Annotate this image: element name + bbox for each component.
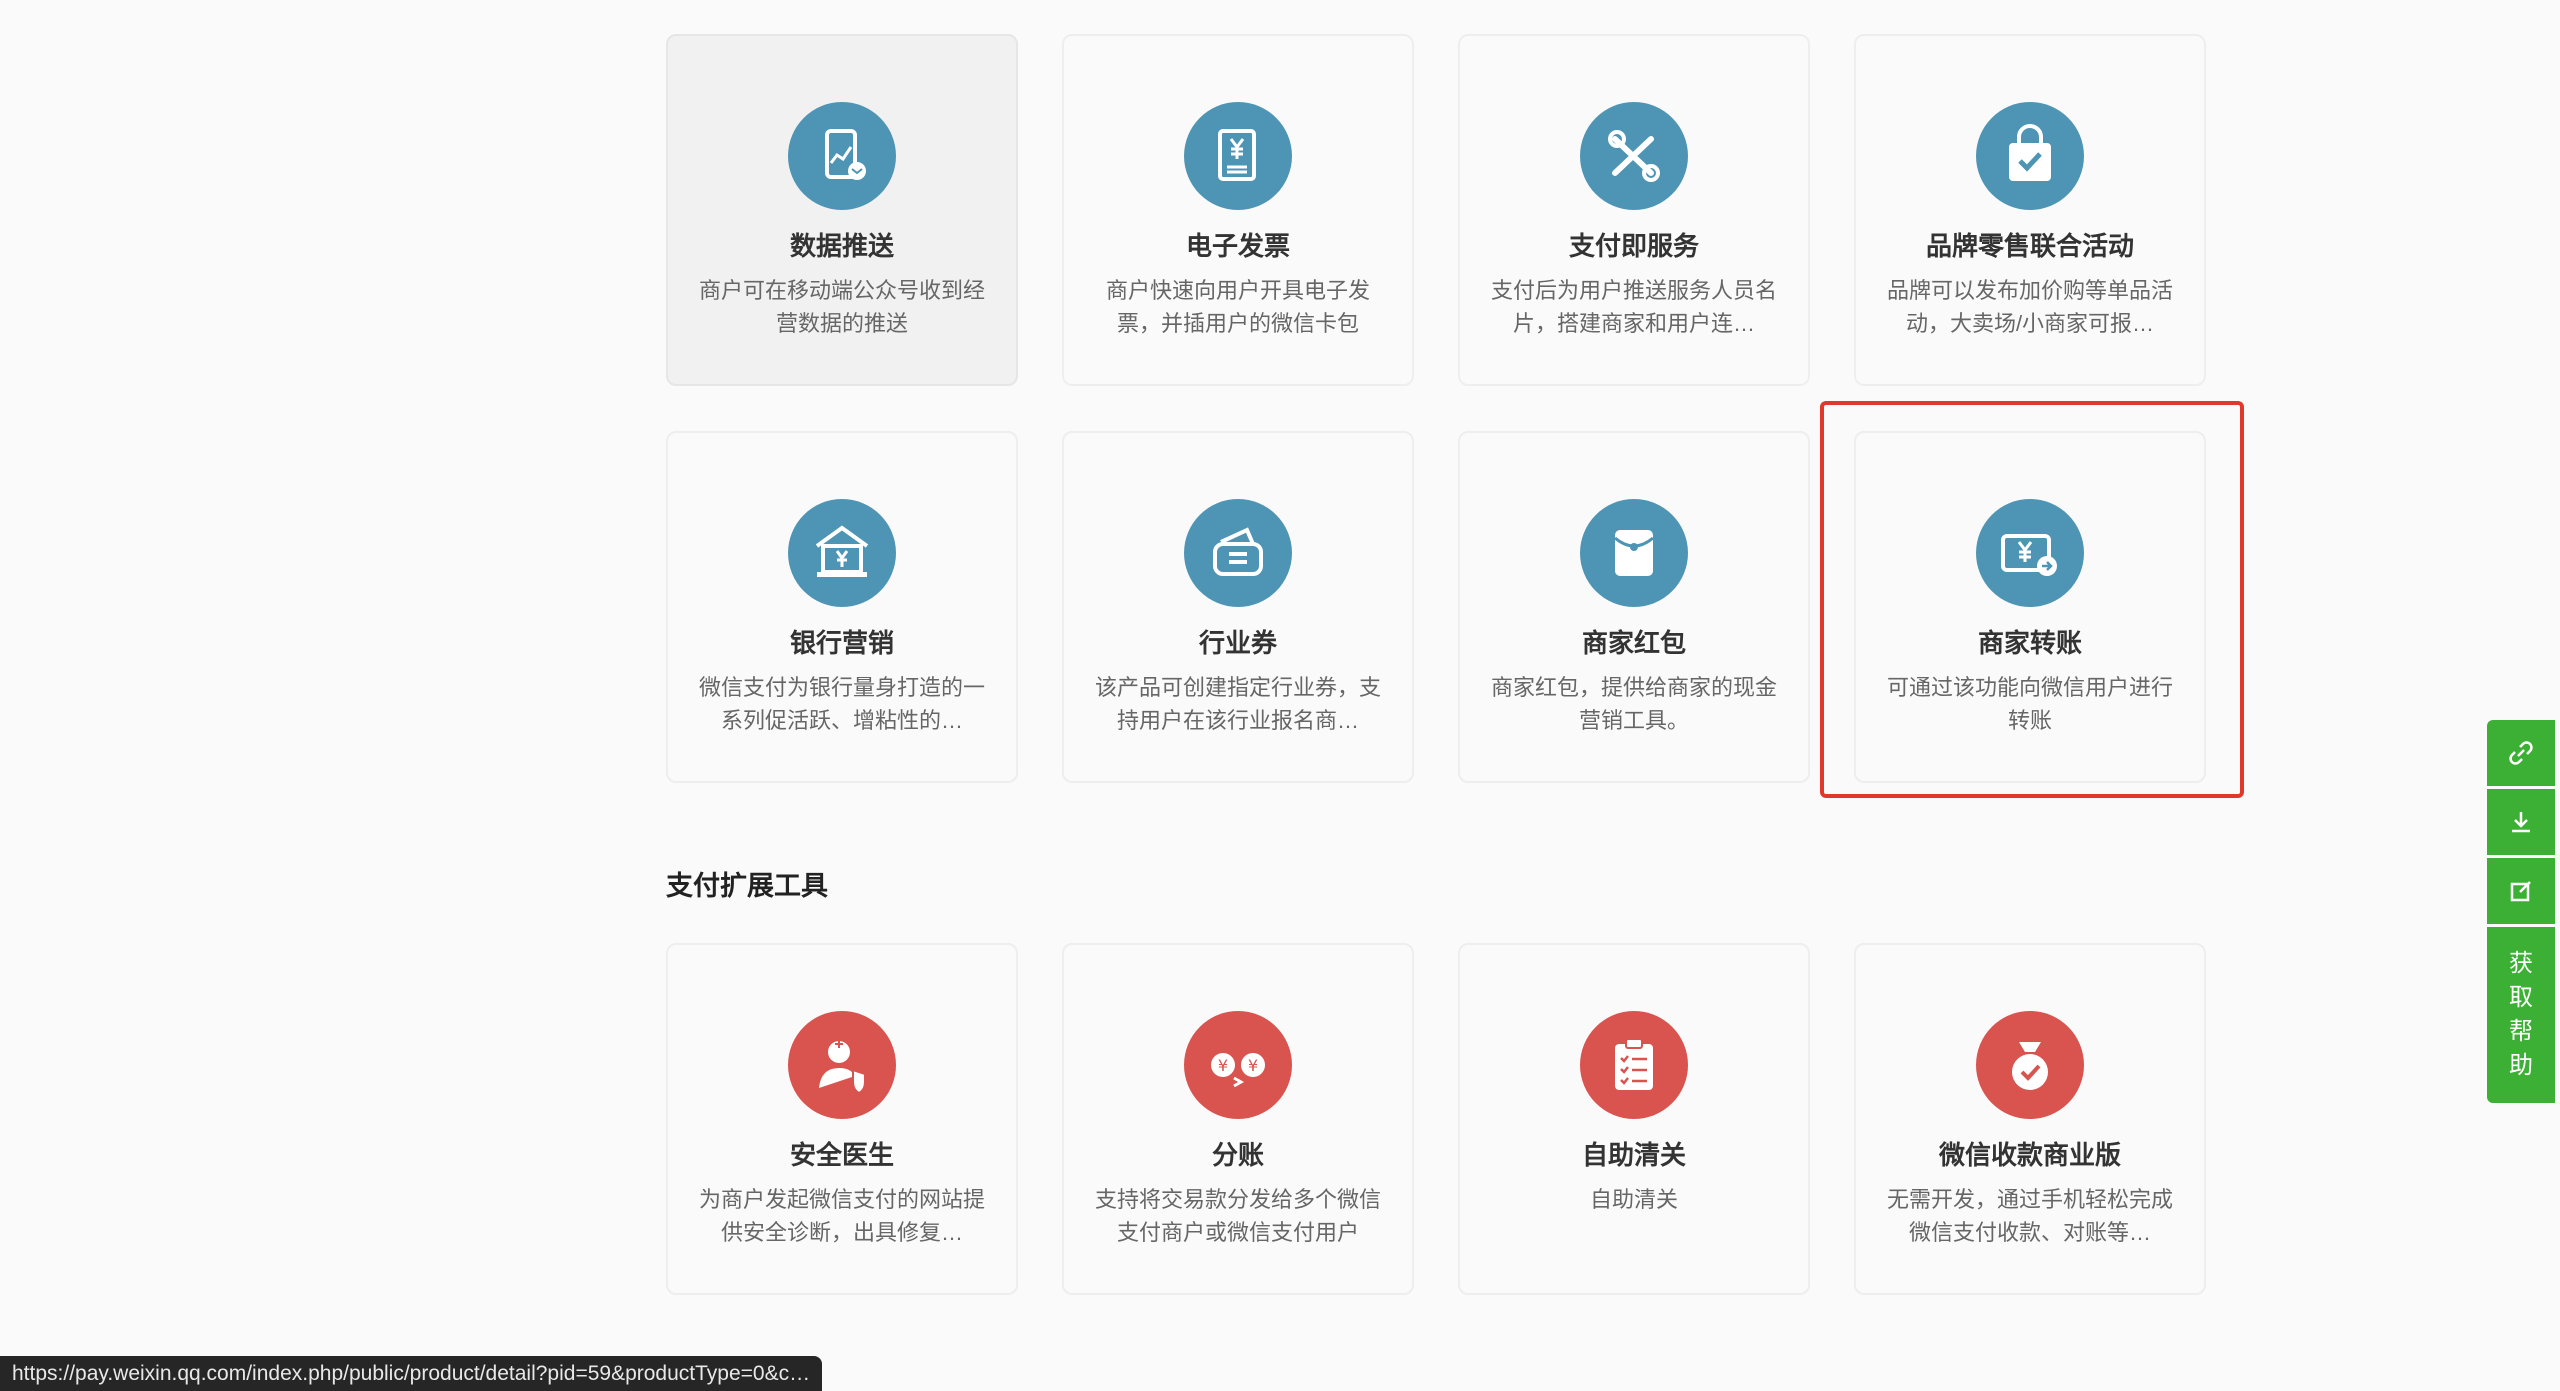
clipboard-icon (1580, 1011, 1688, 1119)
money-bag-icon (1976, 1011, 2084, 1119)
card-desc: 商家红包，提供给商家的现金营销工具。 (1490, 675, 1777, 733)
product-card-red-packet[interactable]: 商家红包 商家红包，提供给商家的现金营销工具。 (1458, 431, 1810, 783)
help-char: 取 (2509, 984, 2533, 1011)
card-title: 数据推送 (789, 231, 894, 261)
edit-button[interactable] (2487, 858, 2555, 924)
svg-text:¥: ¥ (1218, 1056, 1228, 1075)
shopping-bag-icon (1976, 102, 2084, 210)
tool-card-split-payment[interactable]: ¥ ¥ 分账 支持将交易款分发给多个微信支付商户或微信支付用户 (1062, 943, 1414, 1295)
highlight-box (1820, 401, 2244, 798)
product-card-bank-marketing[interactable]: 银行营销 微信支付为银行量身打造的一系列促活跃、增粘性的… (666, 431, 1018, 783)
wallet-icon (1184, 499, 1292, 607)
card-title: 行业券 (1198, 628, 1277, 658)
link-icon (2509, 741, 2533, 765)
card-title: 银行营销 (789, 628, 894, 658)
product-card-invoice[interactable]: 电子发票 商户快速向用户开具电子发票，并插用户的微信卡包 (1062, 34, 1414, 386)
product-card-industry-coupon[interactable]: 行业券 该产品可创建指定行业券，支持用户在该行业报名商… (1062, 431, 1414, 783)
card-desc: 支持将交易款分发给多个微信支付商户或微信支付用户 (1094, 1187, 1381, 1245)
card-desc: 无需开发，通过手机轻松完成微信支付收款、对账等… (1886, 1187, 2173, 1245)
card-desc: 商户快速向用户开具电子发票，并插用户的微信卡包 (1105, 278, 1370, 336)
red-packet-icon (1580, 499, 1688, 607)
security-doctor-icon (788, 1011, 896, 1119)
help-char: 助 (2509, 1052, 2533, 1079)
product-card-brand-retail[interactable]: 品牌零售联合活动 品牌可以发布加价购等单品活动，大卖场/小商家可报… (1854, 34, 2206, 386)
card-title: 分账 (1211, 1140, 1264, 1170)
tool-card-security-doctor[interactable]: 安全医生 为商户发起微信支付的网站提供安全诊断，出具修复… (666, 943, 1018, 1295)
section-title: 支付扩展工具 (666, 871, 828, 901)
card-title: 商家红包 (1581, 628, 1686, 658)
help-char: 帮 (2509, 1018, 2533, 1045)
download-icon (2512, 812, 2530, 833)
edit-icon (2510, 881, 2531, 902)
bank-icon (788, 499, 896, 607)
floating-sidebar: 获 取 帮 助 (2487, 720, 2555, 1103)
pay-service-icon (1580, 102, 1688, 210)
link-button[interactable] (2487, 720, 2555, 786)
product-card-data-push[interactable]: 数据推送 商户可在移动端公众号收到经营数据的推送 (666, 34, 1018, 386)
card-title: 品牌零售联合活动 (1925, 231, 2134, 261)
card-desc: 商户可在移动端公众号收到经营数据的推送 (698, 278, 985, 336)
tool-card-self-customs[interactable]: 自助清关 自助清关 (1458, 943, 1810, 1295)
card-desc: 品牌可以发布加价购等单品活动，大卖场/小商家可报… (1886, 278, 2173, 336)
svg-text:¥: ¥ (1248, 1056, 1258, 1075)
card-title: 支付即服务 (1568, 231, 1699, 261)
data-push-icon (788, 102, 896, 210)
card-title: 自助清关 (1581, 1140, 1686, 1170)
invoice-icon (1184, 102, 1292, 210)
product-card-pay-service[interactable]: 支付即服务 支付后为用户推送服务人员名片，搭建商家和用户连… (1458, 34, 1810, 386)
split-payment-icon: ¥ ¥ (1184, 1011, 1292, 1119)
card-title: 电子发票 (1185, 231, 1290, 261)
card-title: 安全医生 (789, 1140, 894, 1170)
card-desc: 为商户发起微信支付的网站提供安全诊断，出具修复… (698, 1187, 985, 1245)
get-help-button[interactable]: 获 取 帮 助 (2487, 927, 2555, 1103)
download-button[interactable] (2487, 789, 2555, 855)
tool-card-wechat-collection[interactable]: 微信收款商业版 无需开发，通过手机轻松完成微信支付收款、对账等… (1854, 943, 2206, 1295)
status-bar-url: https://pay.weixin.qq.com/index.php/publ… (0, 1356, 823, 1391)
help-char: 获 (2509, 950, 2533, 977)
card-title: 微信收款商业版 (1938, 1140, 2121, 1170)
card-desc: 微信支付为银行量身打造的一系列促活跃、增粘性的… (698, 675, 985, 733)
card-desc: 支付后为用户推送服务人员名片，搭建商家和用户连… (1490, 278, 1777, 336)
card-desc: 该产品可创建指定行业券，支持用户在该行业报名商… (1094, 675, 1381, 733)
card-desc: 自助清关 (1589, 1187, 1678, 1212)
